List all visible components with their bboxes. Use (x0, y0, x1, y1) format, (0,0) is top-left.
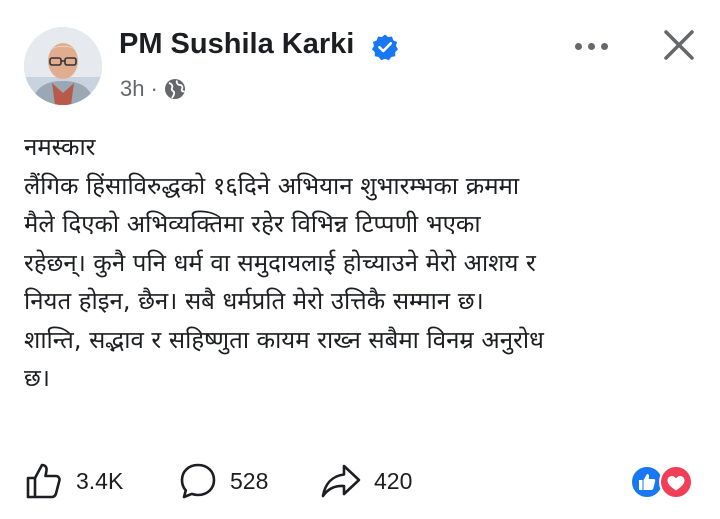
like-reaction-icon (630, 465, 664, 499)
post-line: नियत होइन, छैन। सबै धर्मप्रति मेरो उत्ति… (24, 287, 484, 315)
love-reaction-icon (659, 465, 693, 499)
share-count: 420 (374, 467, 413, 494)
avatar[interactable] (24, 27, 102, 105)
more-dot (587, 42, 595, 50)
meta-separator: · (150, 76, 158, 101)
verified-badge-icon (372, 34, 398, 61)
post-line: छ। (24, 364, 50, 392)
reactions-summary[interactable] (630, 465, 696, 499)
more-dot (574, 42, 582, 50)
more-dot (600, 42, 608, 50)
post-line: मैले दिएको अभिव्यक्तिमा रहेर विभिन्न टिप… (24, 210, 481, 238)
post-header: PM Sushila Karki 3h · (0, 0, 720, 120)
post-actions: 3.4K 528 420 (0, 455, 720, 507)
post-meta: 3h · (120, 76, 186, 102)
comment-count: 528 (230, 467, 269, 494)
post-line: रहेछन्। कुनै पनि धर्म वा समुदायलाई होच्य… (24, 248, 536, 277)
like-button[interactable]: 3.4K (24, 455, 123, 507)
post-line: नमस्कार (24, 133, 96, 161)
post-text: नमस्कार लैंगिक हिंसाविरुद्धको १६दिने अभि… (24, 128, 704, 398)
profile-photo (24, 27, 102, 105)
post-line: लैंगिक हिंसाविरुद्धको १६दिने अभियान शुभा… (24, 171, 520, 200)
post-line: शान्ति, सद्भाव र सहिष्णुता कायम राख्न सब… (24, 325, 544, 354)
author-name[interactable]: PM Sushila Karki (119, 28, 354, 61)
comment-button[interactable]: 528 (178, 455, 268, 507)
share-icon (321, 464, 361, 498)
like-count: 3.4K (76, 467, 124, 494)
share-button[interactable]: 420 (320, 455, 412, 507)
close-icon[interactable] (656, 22, 702, 68)
post-timestamp[interactable]: 3h (120, 76, 144, 102)
globe-icon[interactable] (164, 78, 186, 100)
comment-icon (180, 463, 216, 499)
like-icon (26, 463, 61, 499)
more-options-icon[interactable] (566, 28, 616, 64)
